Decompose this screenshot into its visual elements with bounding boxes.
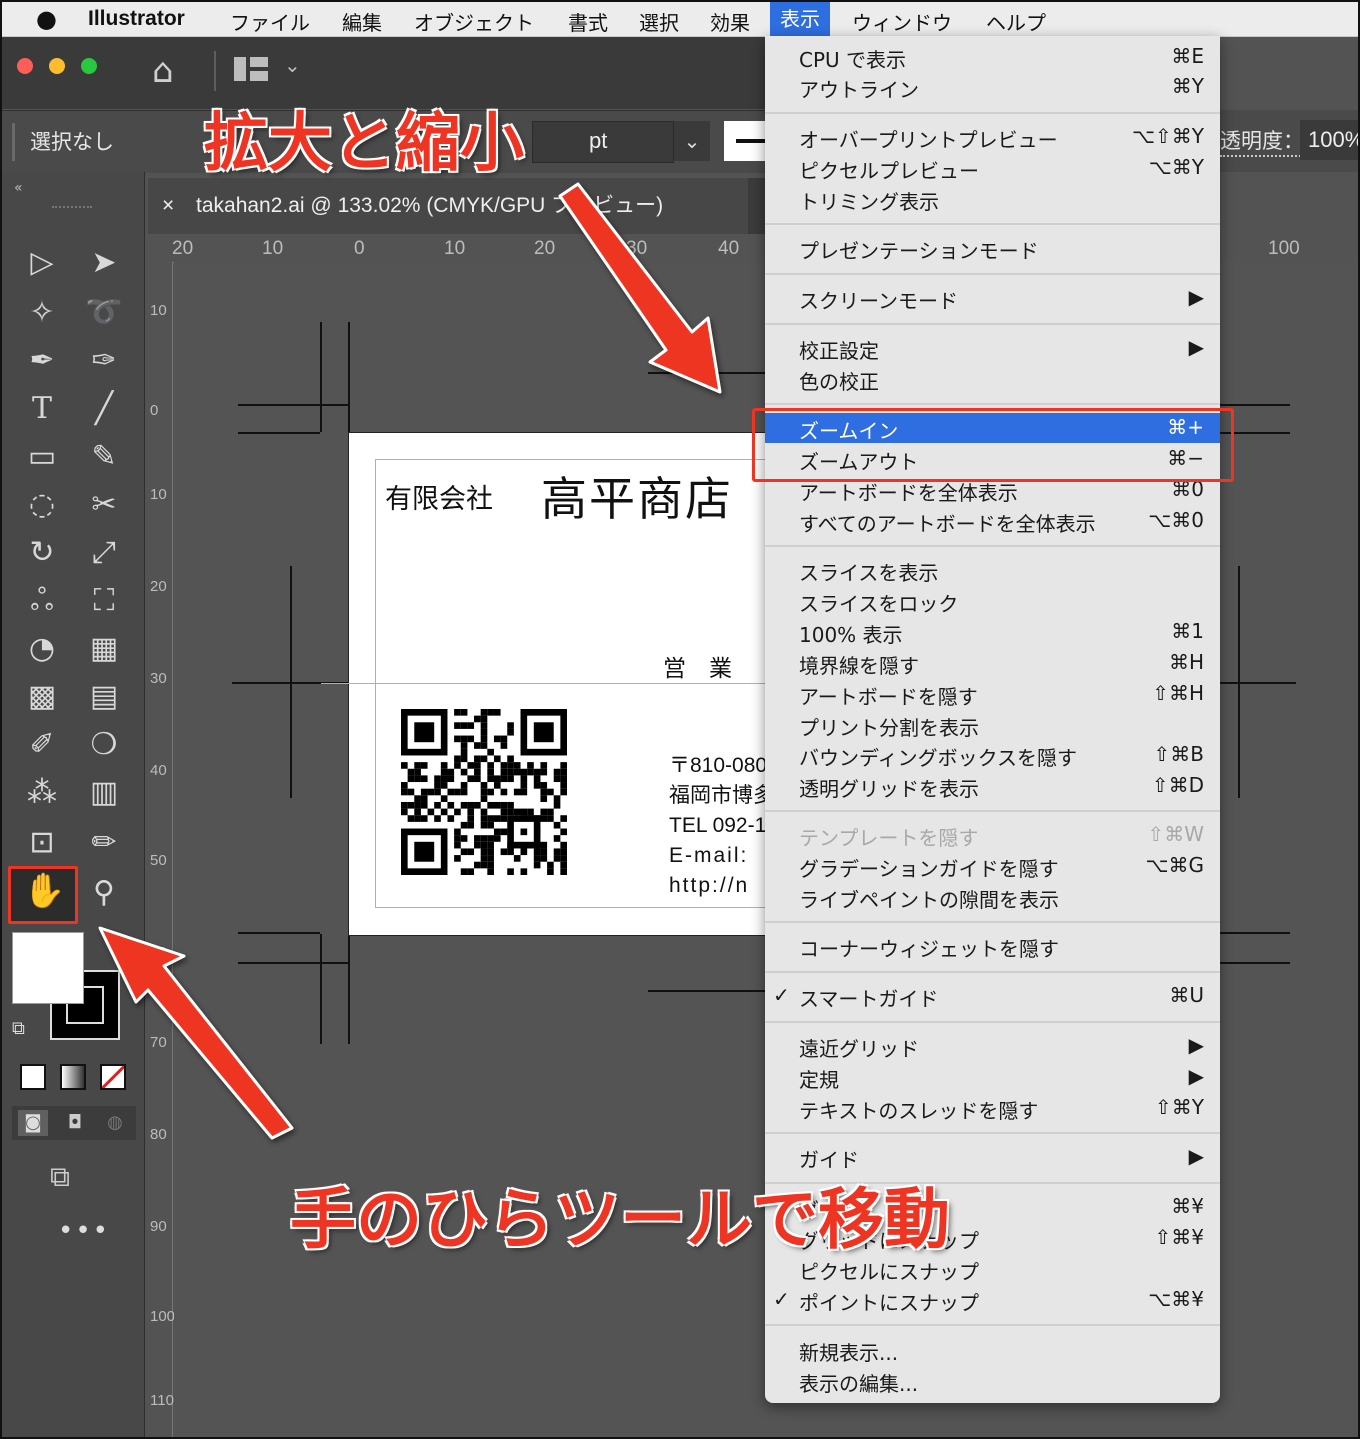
- arrow-to-hand-tool: [98, 926, 294, 1140]
- callout-hand-tool: 手のひらツールで移動: [290, 1181, 950, 1258]
- arrow-to-zoom-menu: [558, 182, 722, 394]
- callout-zoom: 拡大と縮小: [204, 107, 524, 181]
